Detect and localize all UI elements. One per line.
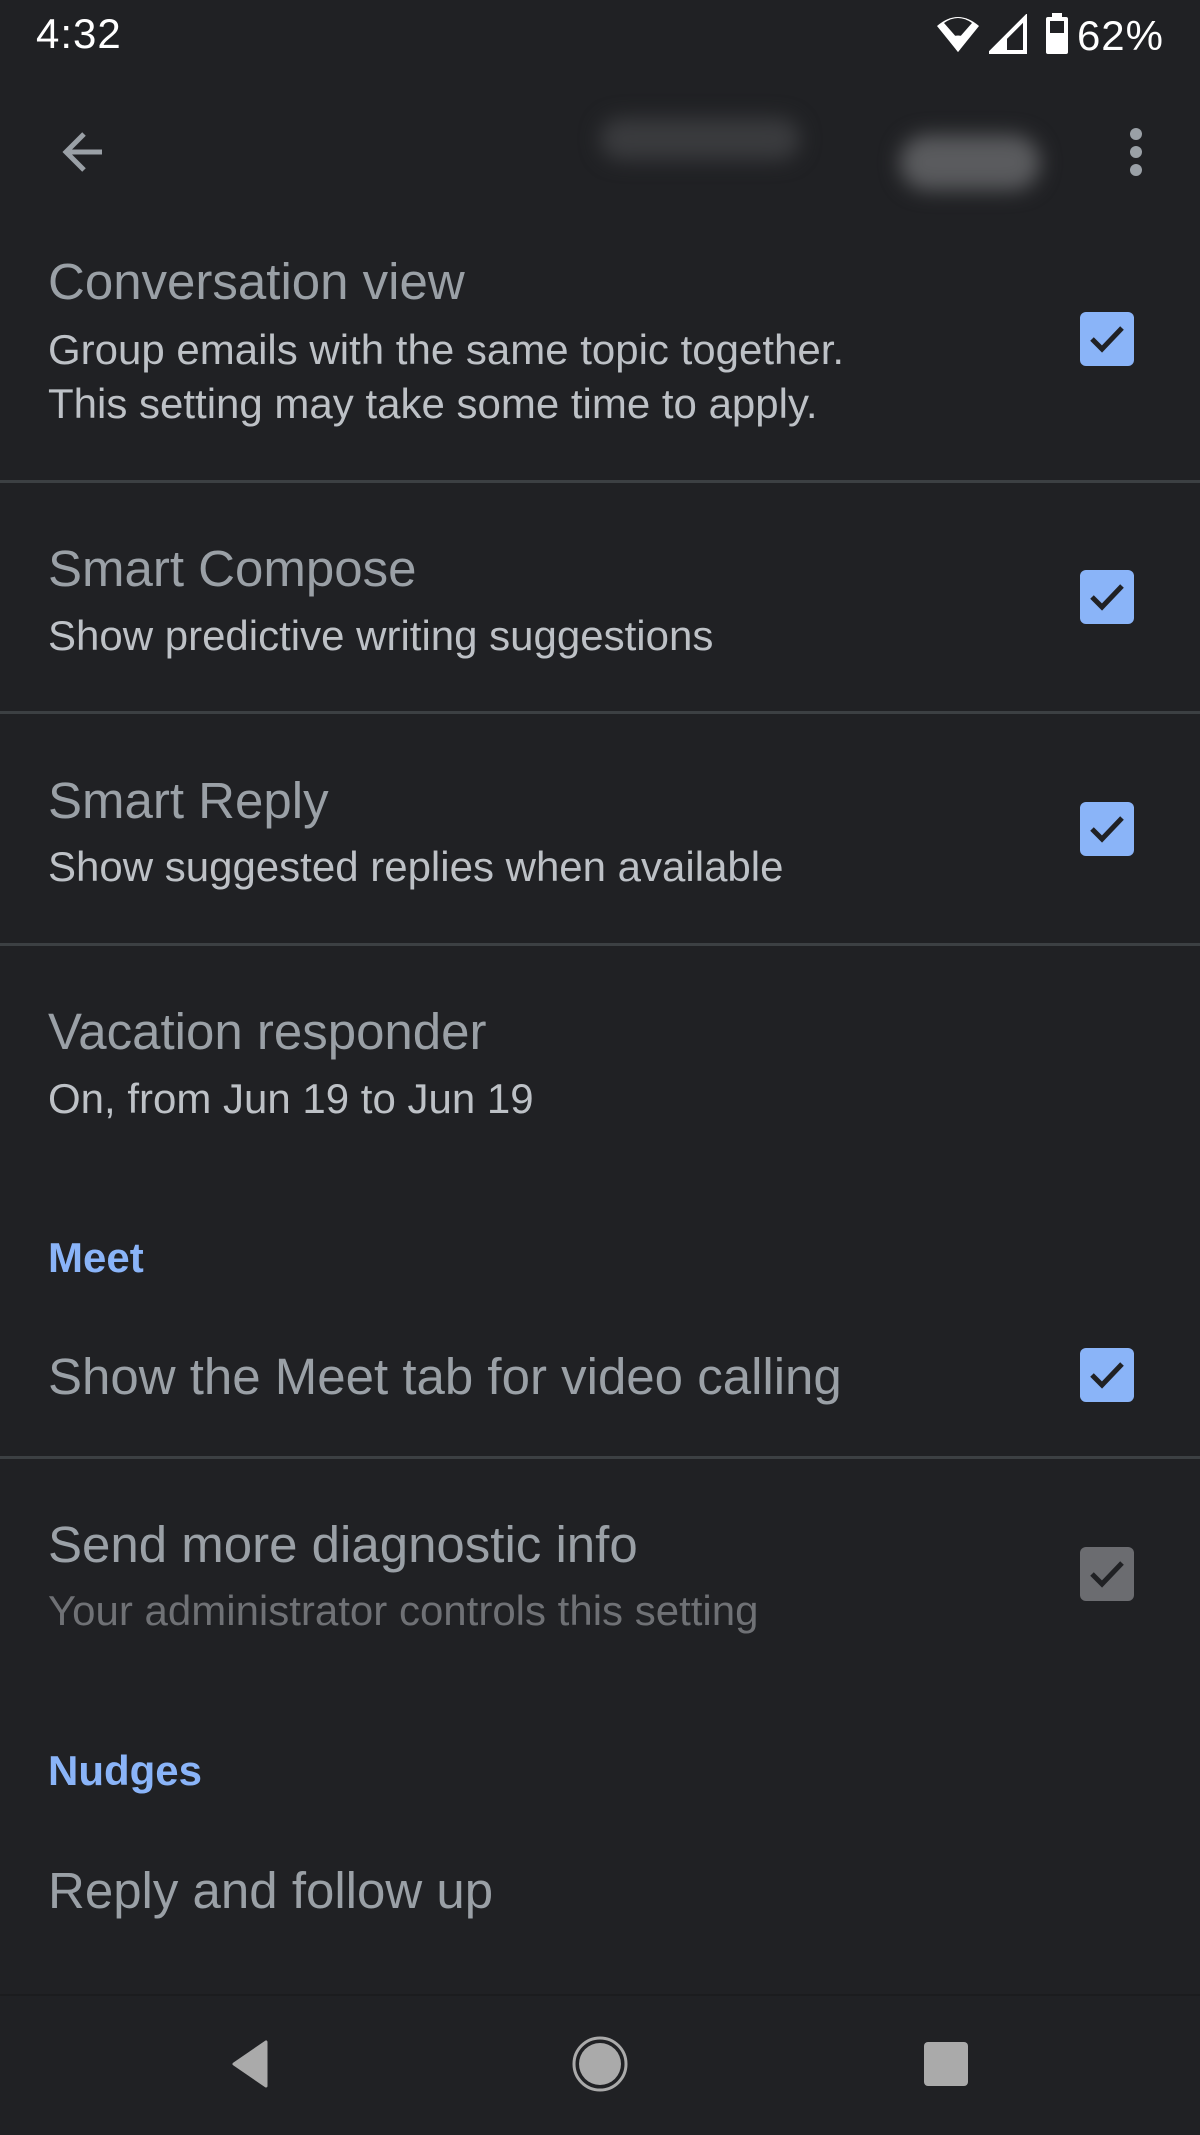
redacted-account-title-part bbox=[900, 135, 1040, 190]
nav-home-button[interactable] bbox=[570, 2034, 630, 2094]
setting-title: Vacation responder bbox=[48, 1003, 487, 1060]
section-header-meet: Meet bbox=[48, 1234, 144, 1281]
system-nav-bar bbox=[0, 1994, 1200, 2135]
checkmark-icon bbox=[1090, 1561, 1124, 1588]
arrow-back-icon bbox=[62, 132, 102, 172]
setting-title: Show the Meet tab for video calling bbox=[48, 1348, 842, 1405]
status-time: 4:32 bbox=[36, 10, 122, 57]
smart-reply-checkbox[interactable] bbox=[1080, 802, 1134, 856]
setting-subtitle: Show predictive writing suggestions bbox=[48, 612, 714, 659]
setting-subtitle: Your administrator controls this setting bbox=[48, 1587, 759, 1634]
setting-title: Conversation view bbox=[48, 253, 465, 310]
redacted-account-title bbox=[600, 118, 800, 160]
battery-percent: 62% bbox=[1076, 12, 1164, 59]
nav-recents-button[interactable] bbox=[922, 2040, 970, 2088]
setting-subtitle: This setting may take some time to apply… bbox=[48, 380, 818, 427]
setting-subtitle: Group emails with the same topic togethe… bbox=[48, 326, 845, 373]
cell-signal-icon bbox=[986, 12, 1029, 59]
section-header-nudges: Nudges bbox=[48, 1747, 203, 1794]
battery-icon bbox=[1045, 12, 1069, 60]
setting-title: Smart Reply bbox=[48, 772, 329, 829]
nav-home-icon bbox=[572, 2036, 628, 2092]
smart-compose-checkbox[interactable] bbox=[1080, 570, 1134, 624]
status-icons: 62% bbox=[935, 12, 1164, 60]
nav-recents-icon bbox=[924, 2042, 968, 2086]
setting-subtitle: Show suggested replies when available bbox=[48, 843, 784, 890]
conversation-view-checkbox[interactable] bbox=[1080, 312, 1134, 366]
more-vert-icon bbox=[1130, 128, 1142, 176]
checkmark-icon bbox=[1090, 1362, 1124, 1389]
checkmark-icon bbox=[1090, 326, 1124, 353]
meet-tab-checkbox[interactable] bbox=[1080, 1348, 1134, 1402]
checkmark-icon bbox=[1090, 584, 1124, 611]
nav-back-button[interactable] bbox=[222, 2036, 278, 2092]
setting-title: Smart Compose bbox=[48, 540, 417, 597]
more-options-button[interactable] bbox=[1112, 120, 1160, 184]
back-button[interactable] bbox=[54, 124, 110, 180]
nav-back-icon bbox=[232, 2040, 268, 2088]
wifi-icon bbox=[935, 14, 981, 59]
setting-subtitle: On, from Jun 19 to Jun 19 bbox=[48, 1075, 534, 1122]
setting-title: Reply and follow up bbox=[48, 1862, 494, 1919]
diagnostic-info-checkbox bbox=[1080, 1547, 1134, 1601]
setting-title: Send more diagnostic info bbox=[48, 1516, 638, 1573]
checkmark-icon bbox=[1090, 816, 1124, 843]
